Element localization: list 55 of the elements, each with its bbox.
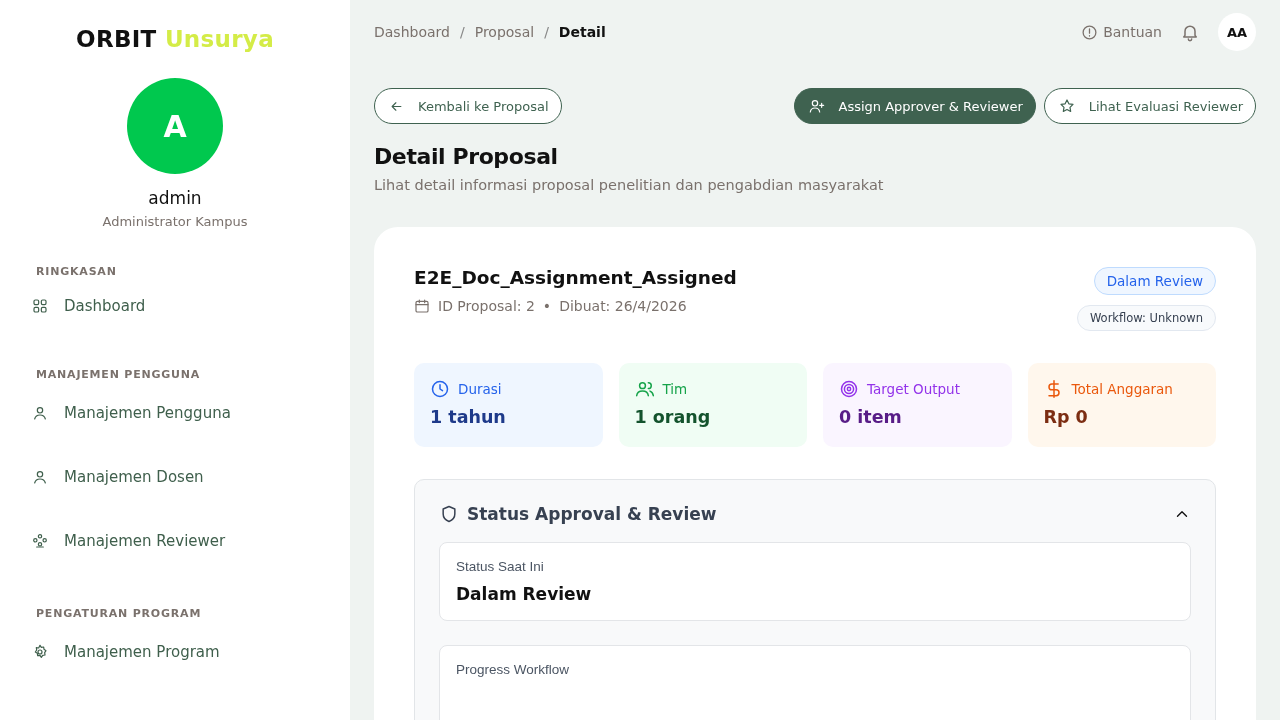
breadcrumb-link[interactable]: Detail xyxy=(558,24,606,40)
back-button[interactable]: Kembali ke Proposal xyxy=(374,88,562,124)
panel-title: Status Approval & Review xyxy=(467,504,718,524)
stat-value: 1 tahun xyxy=(430,407,507,427)
target-icon xyxy=(839,379,859,399)
page-title: Detail Proposal xyxy=(374,144,559,169)
shield-icon xyxy=(439,504,459,524)
proposal-title: E2E_Doc_Assignment_Assigned xyxy=(414,267,737,288)
section-heading: RINGKASAN xyxy=(35,265,118,278)
evaluation-button[interactable]: Lihat Evaluasi Reviewer xyxy=(1043,88,1256,124)
user-avatar: A xyxy=(127,78,223,174)
sidebar-item[interactable]: Manajemen Program xyxy=(64,643,220,661)
help-link[interactable]: Bantuan xyxy=(1081,23,1162,41)
sidebar-item[interactable]: Manajemen Pengguna xyxy=(64,404,231,422)
breadcrumb-link[interactable]: Dashboard xyxy=(374,24,450,40)
proposal-id: ID Proposal: 2 xyxy=(438,298,535,314)
stat-value: Rp 0 xyxy=(1043,407,1089,427)
people-icon xyxy=(32,533,48,549)
assign-button[interactable]: Assign Approver & Reviewer xyxy=(793,88,1036,124)
breadcrumb-separator: / xyxy=(459,24,465,40)
sidebar-item[interactable]: Manajemen Dosen xyxy=(64,468,204,486)
sidebar-item[interactable]: Dashboard xyxy=(64,297,146,315)
stat-label: Total Anggaran xyxy=(1071,381,1173,397)
breadcrumb-link[interactable]: Proposal xyxy=(474,24,535,40)
page-subtitle: Lihat detail informasi proposal penelitian dan pengabdian masyarakat xyxy=(374,177,885,193)
stat-label: Tim xyxy=(662,381,688,397)
stat-value: 1 orang xyxy=(634,407,712,427)
status-badge: Dalam Review xyxy=(1093,267,1216,295)
sidebar-item[interactable]: Manajemen Reviewer xyxy=(64,532,226,550)
stat-label: Durasi xyxy=(458,381,502,397)
user-plus-icon xyxy=(808,98,825,114)
separator-dot: • xyxy=(542,298,552,314)
brand-logo: ORBIT Unsurya xyxy=(75,26,275,52)
user-icon xyxy=(32,469,48,485)
breadcrumb-separator: / xyxy=(544,24,549,40)
grid-icon xyxy=(32,298,48,314)
star-icon xyxy=(1058,98,1075,114)
stat-label: Target Output xyxy=(867,381,960,397)
created-date: Dibuat: 26/4/2026 xyxy=(559,298,687,314)
user-icon xyxy=(32,405,48,421)
section-heading: MANAJEMEN PENGGUNA xyxy=(35,368,202,381)
field-label: Progress Workflow xyxy=(456,662,571,677)
stat-value: 0 item xyxy=(839,407,903,427)
settings-icon xyxy=(32,644,48,660)
field-label: Status Saat Ini xyxy=(456,559,545,574)
calendar-icon xyxy=(414,298,430,314)
clock-icon xyxy=(430,379,450,399)
field-value: Dalam Review xyxy=(456,584,593,604)
workflow-badge: Workflow: Unknown xyxy=(1076,305,1216,331)
info-icon xyxy=(1081,23,1099,41)
user-name: admin xyxy=(147,188,203,208)
user-role: Administrator Kampus xyxy=(101,214,249,229)
people-icon xyxy=(634,379,655,399)
section-heading: PENGATURAN PROGRAM xyxy=(35,607,203,620)
profile-avatar[interactable]: AA xyxy=(1218,13,1256,51)
